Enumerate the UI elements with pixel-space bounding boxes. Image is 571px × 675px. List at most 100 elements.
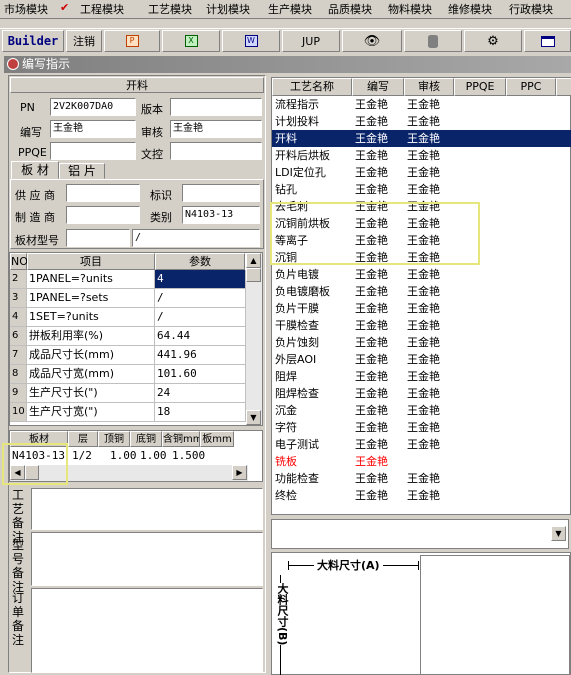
maker-field[interactable] (66, 206, 140, 224)
process-row[interactable]: 开料后烘板 王金艳 王金艳 (272, 147, 571, 164)
powerpoint-button[interactable]: P (104, 30, 160, 52)
menu-admin[interactable]: 行政模块 (509, 1, 553, 17)
process-row[interactable]: 字符 王金艳 王金艳 (272, 419, 571, 436)
board-model-field[interactable] (66, 229, 130, 247)
process-cell-reviewer: 王金艳 (407, 387, 440, 400)
supplier-field[interactable] (66, 184, 140, 202)
process-row[interactable]: 阻焊 王金艳 王金艳 (272, 368, 571, 385)
process-row[interactable]: 外层AOI 王金艳 王金艳 (272, 351, 571, 368)
process-row[interactable]: 计划投料 王金艳 王金艳 (272, 113, 571, 130)
param-row[interactable]: 10 生产尺寸宽(") 18 (10, 403, 246, 422)
process-row[interactable]: LDI定位孔 王金艳 王金艳 (272, 164, 571, 181)
process-cell-reviewer: 王金艳 (407, 149, 440, 162)
order-note-field[interactable] (31, 588, 263, 673)
highlight-box-board (2, 443, 68, 485)
version-field[interactable] (170, 98, 262, 116)
process-cell-writer: 王金艳 (355, 387, 388, 400)
logout-button[interactable]: 注销 (66, 30, 102, 52)
board-header-cell: 底铜 (130, 431, 162, 447)
process-row[interactable]: 负片蚀刻 王金艳 王金艳 (272, 334, 571, 351)
ppqe-field[interactable] (50, 142, 136, 160)
scroll-right-icon[interactable]: ▶ (232, 465, 247, 480)
ppqe-label: PPQE (18, 146, 47, 159)
process-row[interactable]: 电子测试 王金艳 王金艳 (272, 436, 571, 453)
process-header-extra (556, 78, 571, 96)
menu-production[interactable]: 生产模块 (268, 1, 312, 17)
tab-aluminum[interactable]: 铝 片 (59, 163, 105, 179)
process-cell-name: 流程指示 (275, 98, 319, 111)
board-cell-top-copper: 1.00 (110, 449, 137, 462)
process-cell-name: 负片电镀 (275, 268, 319, 281)
chevron-down-icon[interactable]: ▼ (551, 526, 566, 541)
process-cell-writer: 王金艳 (355, 319, 388, 332)
menu-plan[interactable]: 计划模块 (206, 1, 250, 17)
word-button[interactable]: W (222, 30, 280, 52)
param-row[interactable]: 2 1PANEL=?units 4 (10, 270, 246, 289)
param-row[interactable]: 8 成品尺寸宽(mm) 101.60 (10, 365, 246, 384)
process-row[interactable]: 终检 王金艳 王金艳 (272, 487, 571, 504)
view-button[interactable]: 👁 (342, 30, 402, 52)
board-cell-bottom-copper: 1.00 (140, 449, 167, 462)
board-model-field-2[interactable]: / (132, 229, 260, 247)
builder-button[interactable]: Builder (2, 30, 64, 52)
menu-engineering[interactable]: 工程模块 (80, 1, 124, 17)
writer-field[interactable]: 王金艳 (50, 120, 136, 138)
param-cell-no: 7 (10, 346, 27, 364)
param-row[interactable]: 4 1SET=?units / (10, 308, 246, 327)
dimension-a-label: 大料尺寸(A) (314, 557, 383, 573)
process-cell-writer: 王金艳 (355, 489, 388, 502)
reviewer-label: 审核 (141, 126, 163, 139)
scroll-thumb[interactable] (246, 268, 261, 282)
process-combo[interactable]: ▼ (271, 519, 569, 549)
param-scrollbar[interactable]: ▲ ▼ (246, 253, 262, 425)
process-row[interactable]: 干膜检查 王金艳 王金艳 (272, 317, 571, 334)
settings-button[interactable]: ⚙ (464, 30, 522, 52)
doc-field[interactable] (170, 142, 262, 160)
tab-board[interactable]: 板 材 (11, 161, 59, 179)
menu-market[interactable]: 市场模块 (4, 1, 48, 17)
process-row[interactable]: 沉金 王金艳 王金艳 (272, 402, 571, 419)
process-row[interactable]: 阻焊检查 王金艳 王金艳 (272, 385, 571, 402)
process-cell-writer: 王金艳 (355, 183, 388, 196)
param-row[interactable]: 9 生产尺寸长(") 24 (10, 384, 246, 403)
process-row[interactable]: 钻孔 王金艳 王金艳 (272, 181, 571, 198)
scroll-down-icon[interactable]: ▼ (246, 410, 261, 425)
board-header-cell: 顶铜 (98, 431, 130, 447)
menu-process[interactable]: 工艺模块 (148, 1, 192, 17)
doc-label: 文控 (141, 148, 163, 161)
process-cell-name: 阻焊检查 (275, 387, 319, 400)
menu-material[interactable]: 物料模块 (388, 1, 432, 17)
scroll-up-icon[interactable]: ▲ (246, 253, 261, 268)
model-note-field[interactable] (31, 532, 263, 586)
pn-field[interactable]: 2V2K007DA0 (50, 98, 136, 116)
excel-button[interactable]: X (162, 30, 220, 52)
reviewer-field[interactable]: 王金艳 (170, 120, 262, 138)
window-title: 编写指示 (22, 57, 71, 71)
board-header-cell: 层 (68, 431, 98, 447)
param-row[interactable]: 3 1PANEL=?sets / (10, 289, 246, 308)
process-cell-reviewer: 王金艳 (407, 438, 440, 451)
mark-field[interactable] (182, 184, 260, 202)
diagram-canvas (420, 555, 570, 675)
process-row[interactable]: 负电镀磨板 王金艳 王金艳 (272, 283, 571, 300)
process-row[interactable]: 功能检查 王金艳 王金艳 (272, 470, 571, 487)
process-row[interactable]: 铣板 王金艳 (272, 453, 571, 470)
process-row[interactable]: 负片电镀 王金艳 王金艳 (272, 266, 571, 283)
param-table: NO 项目 参数 2 1PANEL=?units 4 3 1PANEL=?sets/4 1… (9, 252, 263, 426)
menu-maintenance[interactable]: 维修模块 (448, 1, 492, 17)
process-row[interactable]: 负片干膜 王金艳 王金艳 (272, 300, 571, 317)
window-button[interactable] (524, 30, 571, 52)
menu-quality[interactable]: 品质模块 (328, 1, 372, 17)
database-button[interactable] (404, 30, 462, 52)
param-row[interactable]: 7 成品尺寸长(mm) 441.96 (10, 346, 246, 365)
process-row[interactable]: 流程指示 王金艳 王金艳 (272, 96, 571, 113)
param-cell-no: 10 (10, 403, 27, 421)
param-cell-item: 1PANEL=?sets (27, 289, 155, 307)
process-cell-name: 干膜检查 (275, 319, 319, 332)
category-field[interactable]: N4103-13 (182, 206, 260, 224)
param-row[interactable]: 6 拼板利用率(%) 64.44 (10, 327, 246, 346)
jup-button[interactable]: JUP (282, 30, 340, 52)
dimension-b-label: 大料尺寸(B) (274, 583, 289, 646)
process-row[interactable]: 开料 王金艳 王金艳 (272, 130, 571, 147)
process-note-field[interactable] (31, 488, 263, 530)
